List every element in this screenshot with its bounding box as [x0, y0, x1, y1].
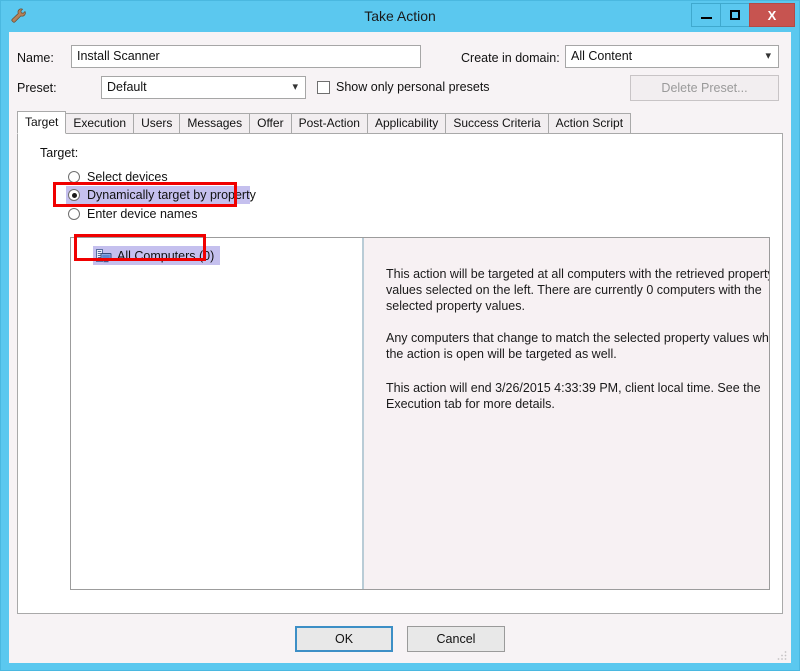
create-in-domain-value: All Content	[571, 49, 633, 63]
description-paragraph-1: This action will be targeted at all comp…	[386, 267, 770, 313]
tab-strip: Target Execution Users Messages Offer Po…	[17, 111, 783, 134]
radio-select-devices-label: Select devices	[87, 170, 168, 184]
preset-value: Default	[107, 80, 147, 94]
radio-dynamically-target-by-property-label: Dynamically target by property	[87, 188, 256, 202]
tab-applicability[interactable]: Applicability	[366, 113, 447, 134]
tab-messages[interactable]: Messages	[179, 113, 251, 134]
minimize-icon	[700, 17, 712, 19]
cancel-button[interactable]: Cancel	[407, 626, 505, 652]
tree-item-all-computers[interactable]: All Computers (0)	[93, 246, 221, 265]
preset-select[interactable]: Default ▾	[101, 76, 306, 99]
tab-execution[interactable]: Execution	[65, 113, 135, 134]
delete-preset-button[interactable]: Delete Preset...	[630, 75, 779, 101]
tab-panel-target: Target: Select devices Dynamically targe…	[17, 133, 783, 614]
window-title: Take Action	[364, 8, 436, 24]
minimize-button[interactable]	[691, 3, 721, 27]
name-input[interactable]: Install Scanner	[71, 45, 421, 68]
chevron-down-icon: ▾	[292, 81, 298, 93]
tab-offer[interactable]: Offer	[249, 113, 292, 134]
preset-label: Preset:	[17, 81, 57, 95]
create-in-domain-select[interactable]: All Content ▾	[565, 45, 779, 68]
show-only-personal-presets-label: Show only personal presets	[336, 80, 490, 94]
radio-select-devices[interactable]: Select devices	[66, 168, 206, 186]
computer-icon	[96, 248, 112, 264]
create-in-domain-label: Create in domain:	[461, 51, 560, 65]
close-button[interactable]: X	[749, 3, 795, 27]
ok-button[interactable]: OK	[295, 626, 393, 652]
target-description-pane: This action will be targeted at all comp…	[364, 238, 769, 589]
chevron-down-icon: ▾	[765, 50, 771, 62]
tab-action-script[interactable]: Action Script	[547, 113, 632, 134]
tab-success-criteria[interactable]: Success Criteria	[445, 113, 549, 134]
radio-circle-icon	[68, 189, 80, 201]
radio-circle-icon	[68, 171, 80, 183]
tab-target[interactable]: Target	[17, 111, 67, 134]
property-tree-pane[interactable]: All Computers (0)	[71, 238, 362, 589]
resize-grip[interactable]	[776, 649, 788, 661]
tree-item-all-computers-label: All Computers (0)	[117, 248, 215, 263]
radio-dynamically-target-by-property[interactable]: Dynamically target by property	[66, 186, 256, 204]
maximize-icon	[730, 10, 740, 20]
radio-circle-icon	[68, 208, 80, 220]
take-action-window: Take Action X Name: Install Scanner Crea…	[0, 0, 800, 671]
window-controls: X	[691, 3, 795, 27]
name-label: Name:	[17, 51, 54, 65]
tab-post-action[interactable]: Post-Action	[290, 113, 368, 134]
target-group-label: Target:	[40, 146, 79, 160]
description-paragraph-3: This action will end 3/26/2015 4:33:39 P…	[386, 381, 761, 411]
checkbox-box-icon	[317, 80, 330, 94]
target-split-pane: All Computers (0) This action will be ta…	[70, 237, 770, 590]
title-bar[interactable]: Take Action X	[1, 1, 799, 31]
maximize-button[interactable]	[720, 3, 750, 27]
show-only-personal-presets-checkbox[interactable]: Show only personal presets	[317, 80, 490, 94]
radio-enter-device-names-label: Enter device names	[87, 207, 198, 221]
description-paragraph-2: Any computers that change to match the s…	[386, 331, 770, 361]
radio-enter-device-names[interactable]: Enter device names	[66, 205, 216, 223]
tab-users[interactable]: Users	[133, 113, 181, 134]
dialog-body: Name: Install Scanner Create in domain: …	[9, 32, 791, 663]
